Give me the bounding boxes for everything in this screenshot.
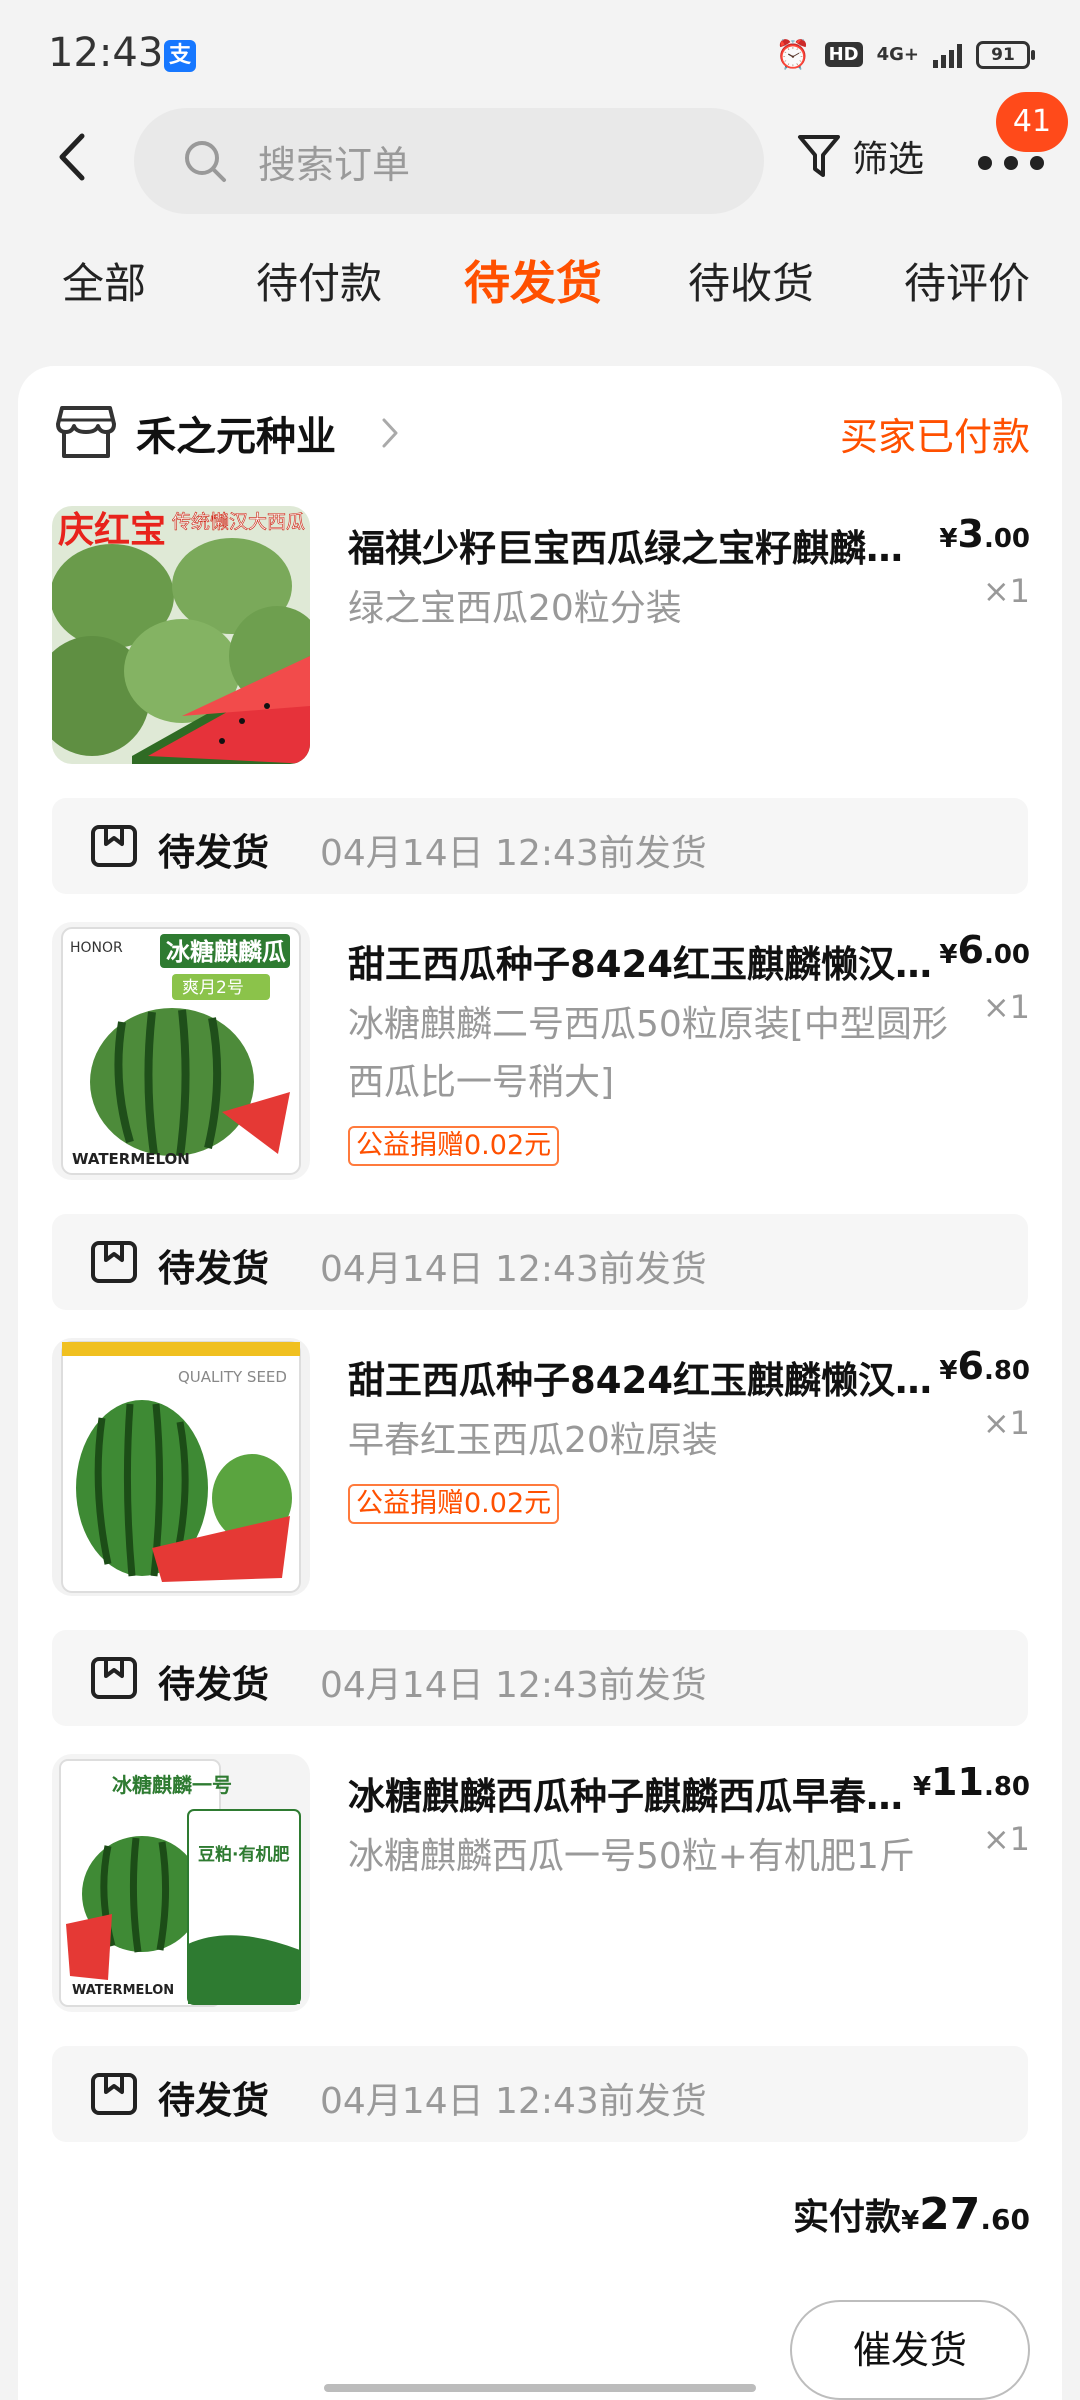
alipay-notification-icon: 支 [164, 40, 196, 72]
shipping-deadline: 04月14日 12:43前发货 [320, 1665, 707, 1706]
shipping-deadline: 04月14日 12:43前发货 [320, 833, 707, 874]
order-item[interactable]: 冰糖麒麟一号 WATERMELON 豆粕·有机肥 冰糖麒麟西瓜种子麒麟西瓜早春红… [18, 1754, 1062, 2024]
product-title[interactable]: 甜王西瓜种子8424红玉麒麟懒汉西瓜种子 [348, 1350, 936, 1404]
filter-icon [798, 135, 840, 177]
svg-text:QUALITY SEED: QUALITY SEED [178, 1368, 287, 1386]
order-tabs: 全部 待付款 待发货 待收货 待评价 [0, 250, 1080, 330]
filter-button[interactable]: 筛选 [796, 130, 924, 182]
product-price: ¥6.80 [939, 1344, 1030, 1388]
product-price: ¥3.00 [939, 512, 1030, 556]
order-item[interactable]: HONOR 冰糖麒麟瓜 爽月2号 WATERMELON 甜王西瓜种子8424红玉… [18, 922, 1062, 1192]
svg-text:WATERMELON: WATERMELON [72, 1983, 174, 1998]
product-title[interactable]: 福祺少籽巨宝西瓜绿之宝籽麒麟西瓜种子 [348, 518, 936, 572]
order-item[interactable]: QUALITY SEED 甜王西瓜种子8424红玉麒麟懒汉西瓜种子 早春红玉西瓜… [18, 1338, 1062, 1608]
order-card: 禾之元种业 买家已付款 庆红宝 传统懒汉大西瓜 福祺少籽巨宝西瓜绿之宝籽麒麟西 … [18, 366, 1062, 2400]
message-badge: 41 [996, 92, 1068, 152]
svg-text:WATERMELON: WATERMELON [72, 1150, 190, 1168]
order-total: 实付款¥27.60 [793, 2189, 1030, 2240]
image-label: 传统懒汉大西瓜 [172, 511, 305, 533]
image-label: 庆红宝 [58, 510, 166, 551]
product-image[interactable]: 庆红宝 传统懒汉大西瓜 [52, 506, 310, 764]
urge-shipment-button[interactable]: 催发货 [790, 2300, 1030, 2400]
tab-pending-shipment[interactable]: 待发货 [464, 247, 602, 313]
product-quantity: ×1 [982, 1820, 1030, 1858]
package-icon [91, 1657, 137, 1699]
tab-all[interactable]: 全部 [62, 250, 146, 311]
shop-icon [56, 406, 116, 458]
more-options-icon[interactable] [978, 156, 1044, 170]
product-title[interactable]: 甜王西瓜种子8424红玉麒麟懒汉西瓜种子 [348, 934, 936, 988]
product-spec: 早春红玉西瓜20粒原装 [348, 1420, 718, 1461]
product-quantity: ×1 [982, 572, 1030, 610]
product-spec: 绿之宝西瓜20粒分装 [348, 588, 682, 629]
search-placeholder: 搜索订单 [258, 143, 411, 187]
alarm-icon: ⏰ [775, 38, 811, 71]
image-label: 冰糖麒麟瓜 [166, 938, 286, 966]
tab-pending-payment[interactable]: 待付款 [256, 250, 382, 311]
status-bar: 12:43 支 ⏰ HD 4G+ 91 [0, 0, 1080, 110]
product-spec: 冰糖麒麟西瓜一号50粒+有机肥1斤 [348, 1836, 915, 1877]
svg-text:豆粕·有机肥: 豆粕·有机肥 [198, 1844, 289, 1865]
search-icon [185, 141, 226, 182]
battery-icon: 91 [976, 40, 1035, 69]
shop-header[interactable]: 禾之元种业 买家已付款 [18, 366, 1062, 506]
product-quantity: ×1 [982, 988, 1030, 1026]
network-type: 4G+ [876, 43, 919, 65]
filter-label: 筛选 [852, 139, 925, 180]
back-arrow-icon[interactable] [54, 132, 90, 182]
status-time: 12:43 [48, 30, 164, 76]
package-icon [91, 825, 137, 867]
total-label: 实付款 [793, 2197, 902, 2238]
order-item[interactable]: 庆红宝 传统懒汉大西瓜 福祺少籽巨宝西瓜绿之宝籽麒麟西瓜种子 绿之宝西瓜20粒分… [18, 506, 1062, 776]
shipping-deadline: 04月14日 12:43前发货 [320, 2081, 707, 2122]
shipping-status: 待发货 [158, 1663, 269, 1706]
product-quantity: ×1 [982, 1404, 1030, 1442]
status-icons: ⏰ HD 4G+ 91 [775, 38, 1035, 71]
svg-text:HONOR: HONOR [70, 940, 123, 956]
shipping-status: 待发货 [158, 2079, 269, 2122]
order-status: 买家已付款 [839, 415, 1030, 459]
shipping-status-row: 待发货 04月14日 12:43前发货 [52, 798, 1028, 894]
chevron-right-icon [382, 418, 398, 448]
tab-pending-review[interactable]: 待评价 [904, 250, 1030, 311]
shipping-status-row: 待发货 04月14日 12:43前发货 [52, 1214, 1028, 1310]
product-spec: 冰糖麒麟二号西瓜50粒原装[中型圆形西瓜比一号稍大] [348, 1004, 948, 1103]
signal-icon [933, 42, 962, 68]
product-image[interactable]: QUALITY SEED [52, 1338, 310, 1596]
donation-tag: 公益捐赠0.02元 [348, 1126, 560, 1166]
tab-pending-receipt[interactable]: 待收货 [688, 250, 814, 311]
product-image[interactable]: 冰糖麒麟一号 WATERMELON 豆粕·有机肥 [52, 1754, 310, 2012]
product-price: ¥6.00 [939, 928, 1030, 972]
product-image[interactable]: HONOR 冰糖麒麟瓜 爽月2号 WATERMELON [52, 922, 310, 1180]
svg-text:爽月2号: 爽月2号 [182, 978, 244, 998]
hd-icon: HD [824, 42, 863, 67]
header: 搜索订单 筛选 [0, 104, 1080, 214]
product-title[interactable]: 冰糖麒麟西瓜种子麒麟西瓜早春红玉种子 [348, 1766, 936, 1820]
search-input[interactable]: 搜索订单 [134, 108, 764, 214]
donation-tag: 公益捐赠0.02元 [348, 1484, 560, 1524]
image-label: 冰糖麒麟一号 [112, 1773, 232, 1797]
package-icon [91, 2073, 137, 2115]
shipping-status: 待发货 [158, 831, 269, 874]
shipping-status: 待发货 [158, 1247, 269, 1290]
product-price: ¥11.80 [912, 1760, 1030, 1804]
package-icon [91, 1241, 137, 1283]
shop-name[interactable]: 禾之元种业 [136, 404, 336, 462]
shipping-deadline: 04月14日 12:43前发货 [320, 1249, 707, 1290]
shipping-status-row: 待发货 04月14日 12:43前发货 [52, 2046, 1028, 2142]
home-indicator[interactable] [324, 2384, 756, 2392]
shipping-status-row: 待发货 04月14日 12:43前发货 [52, 1630, 1028, 1726]
